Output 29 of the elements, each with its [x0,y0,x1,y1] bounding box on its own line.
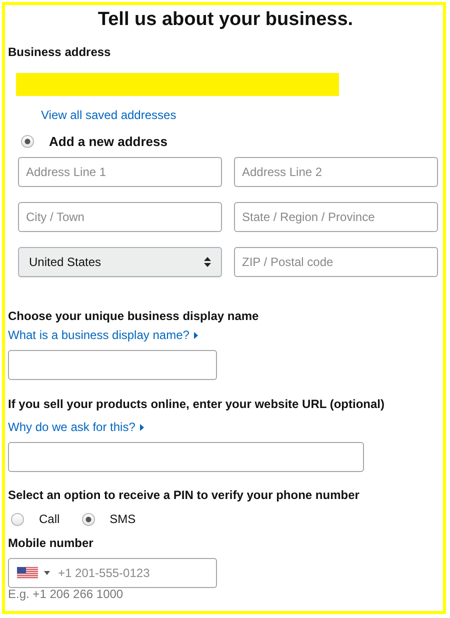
section-label: Mobile number [8,536,94,551]
radio-button[interactable] [11,512,24,526]
flag-icon [17,567,38,579]
hint-text: E.g. +1 206 266 1000 [8,588,124,601]
help-link[interactable]: What is a business display name? [8,328,198,343]
caret-icon [140,424,144,431]
radio-label: Call [39,512,60,526]
help-link[interactable]: Why do we ask for this? [8,420,144,435]
radio-label: Add a new address [49,134,168,149]
text-field[interactable]: Address Line 2 [234,157,438,187]
updown-icon [204,257,211,267]
phone-number-input[interactable]: +1 201-555-0123 [56,565,210,581]
caret-icon [44,571,50,575]
text-field[interactable]: ZIP / Postal code [234,247,438,277]
section-label: Select an option to receive a PIN to verify your phone number [8,488,360,503]
saved-addresses-link[interactable]: View all saved addresses [41,108,176,123]
section-label: Choose your unique business display name [8,309,260,324]
page-title: Tell us about your business. [96,9,354,31]
country-select[interactable]: United States [18,247,222,277]
radio-button[interactable] [21,135,34,148]
phone-field[interactable]: +1 201-555-0123 [8,558,217,588]
text-field[interactable]: City / Town [18,202,222,232]
radio-label: SMS [110,512,136,526]
text-field[interactable]: Address Line 1 [18,157,222,187]
section-label: If you sell your products online, enter your website URL (optional) [8,397,386,412]
section-label: Business address [8,45,112,60]
caret-icon [194,332,198,339]
text-field[interactable]: State / Region / Province [234,202,438,232]
radio-button[interactable] [82,512,95,526]
